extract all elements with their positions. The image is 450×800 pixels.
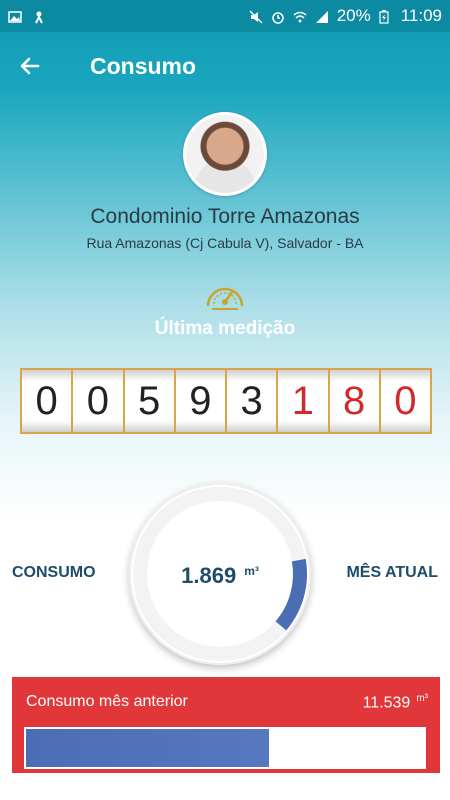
gallery-icon [8, 9, 22, 23]
back-button[interactable] [0, 32, 60, 100]
page-title: Consumo [90, 52, 197, 79]
odometer: 0 0 5 9 3 1 8 0 [20, 368, 432, 434]
previous-month-bar-fill [26, 729, 269, 767]
previous-month-value: 11.539 [362, 694, 411, 712]
signal-icon [315, 9, 329, 23]
odometer-digit: 8 [327, 370, 379, 432]
previous-month-label: Consumo mês anterior [26, 693, 188, 710]
previous-month-card: Consumo mês anterior 11.539 m³ [12, 677, 440, 773]
avatar [183, 112, 267, 196]
consumption-unit: m³ [244, 563, 259, 578]
odometer-digit: 0 [378, 370, 430, 432]
arrow-left-icon [20, 57, 40, 75]
consumption-value: 1.869 [181, 563, 237, 588]
app-bar: Consumo [0, 32, 450, 100]
odometer-digit: 3 [225, 370, 277, 432]
gauge-icon [204, 276, 246, 312]
previous-month-unit: m³ [416, 693, 428, 704]
clock: 11:09 [400, 6, 442, 25]
consumption-dial: 1.869 m³ [129, 483, 311, 665]
odometer-digit: 1 [276, 370, 328, 432]
consumption-label: CONSUMO [12, 564, 96, 581]
alarm-icon [271, 9, 285, 24]
previous-month-value-wrap: 11.539 m³ [363, 693, 428, 712]
condo-address: Rua Amazonas (Cj Cabula V), Salvador - B… [86, 235, 364, 251]
battery-charging-icon [379, 9, 393, 24]
current-month-label: MÊS ATUAL [346, 564, 438, 581]
status-bar: 20% 11:09 [0, 0, 450, 32]
odometer-digit: 9 [173, 370, 225, 432]
odometer-digit: 5 [122, 370, 174, 432]
odometer-digit: 0 [22, 370, 72, 432]
odometer-digit: 0 [71, 370, 123, 432]
last-reading-label: Última medição [154, 318, 296, 339]
wifi-icon [293, 9, 307, 23]
previous-month-bar-track [24, 727, 426, 769]
battery-percent: 20% [336, 6, 371, 25]
gesture-icon [32, 9, 46, 24]
condo-name: Condominio Torre Amazonas [90, 205, 360, 228]
mute-icon [249, 9, 263, 24]
consumption-value-wrap: 1.869 m³ [129, 563, 311, 589]
